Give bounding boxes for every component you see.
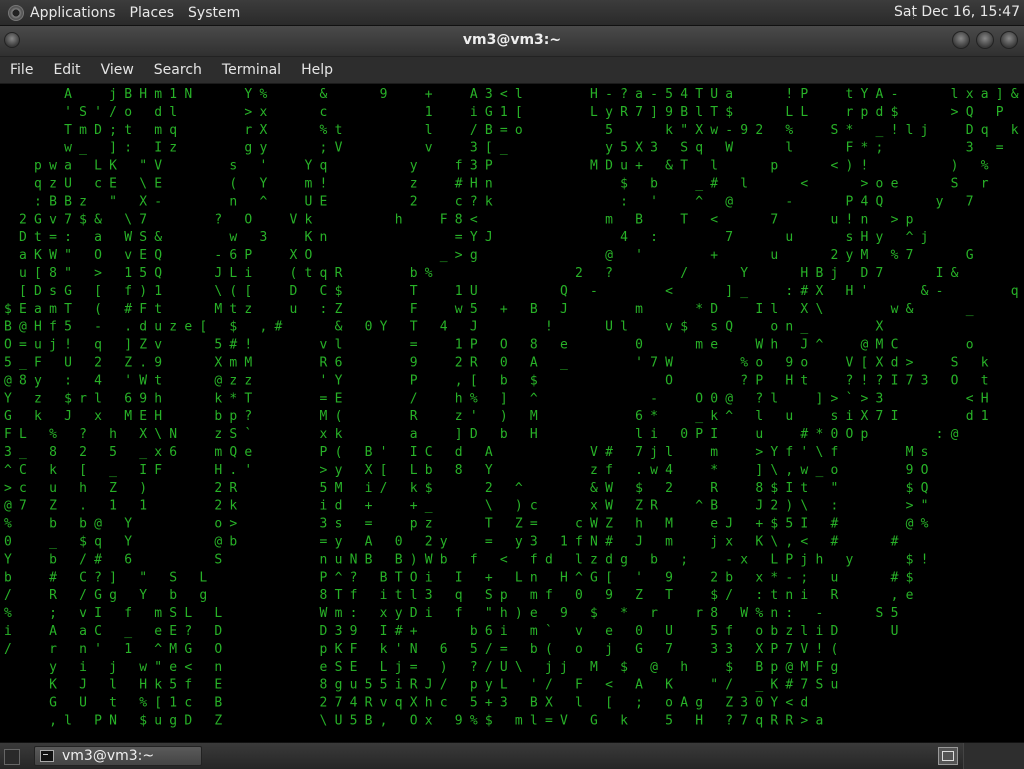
menu-search[interactable]: Search: [144, 62, 212, 78]
matrix-rain-line: 5_F U 2 Z.9 XmM R6 9 2R 0 A _ '7W %o 9o …: [4, 356, 996, 371]
terminal-menubar: File Edit View Search Terminal Help: [0, 57, 1024, 84]
matrix-rain-line: ^C k [ _ IF H.' >y X[ Lb 8 Y zf .w4 * ]\…: [4, 463, 936, 478]
matrix-rain: A jBHm1N Y% & 9 + A3<l H-?a-54TUa !P tYA…: [4, 87, 1024, 729]
matrix-rain-line: K J l Hk5f E 8gu55iRJ/ pyL '/ F < A K "/…: [4, 678, 846, 693]
matrix-rain-line: Dt=: a WS& w 3 Kn =YJ 4 : 7 u sHy ^j C;: [4, 230, 1024, 245]
matrix-rain-line: B@Hf5 - .duze[ $ ,# & 0Y T 4 J ! Ul v$ s…: [4, 320, 891, 335]
matrix-rain-line: G U t %[1c B 274RvqXhc 5+3 BX l [ ; oAg …: [4, 696, 815, 711]
matrix-rain-line: 2Gv7$& \7 ? O Vk h F8< m B T < 7 u!n >p …: [4, 212, 1024, 227]
window-title: vm3@vm3:~: [462, 32, 562, 48]
matrix-rain-line: / r n' 1 ^MG O pKF k'N 6 5/= b( o j G 7 …: [4, 642, 846, 657]
menu-places[interactable]: Places: [130, 5, 175, 21]
matrix-rain-line: u[8" > 15Q JLi (tqR b% 2 ? / Y HBj D7 I&…: [4, 266, 1024, 281]
matrix-rain-line: b # C?] " S L P^? BTOi I + Ln H^G[ ' 9 2…: [4, 570, 921, 585]
menu-view[interactable]: View: [91, 62, 144, 78]
show-desktop-icon[interactable]: [4, 749, 20, 765]
panel-tray: [963, 743, 1024, 769]
matrix-rain-line: w_ ]: Iz gy ;V v 3[_ y5X3 Sq W l F*; 3 =…: [4, 141, 1024, 156]
top-panel: Applications Places System Sat Dec 16, 1…: [0, 0, 1024, 26]
gnome-foot-icon[interactable]: [8, 4, 24, 21]
menu-system[interactable]: System: [188, 5, 240, 21]
matrix-rain-line: 0 _ $q Y @b =y A 0 2y = y3 1fN# J m jx K…: [4, 535, 906, 550]
matrix-rain-line: y i j w"e< n eSE Lj= ) ?/U\ jj M $ @ h $…: [4, 660, 846, 675]
menu-applications[interactable]: Applications: [30, 5, 116, 21]
bottom-panel: vm3@vm3:~: [0, 742, 1024, 769]
matrix-rain-line: % ; vI f mSL L Wm: xyDi f "h)e 9 $ * r r…: [4, 606, 906, 621]
matrix-rain-line: FL % ? h X\N zS` xk a ]D b H li 0PI u #*…: [4, 427, 966, 442]
window-titlebar[interactable]: vm3@vm3:~: [0, 26, 1024, 57]
menu-help[interactable]: Help: [291, 62, 343, 78]
menu-file[interactable]: File: [0, 62, 43, 78]
matrix-rain-line: i A aC _ eE? D D39 I#+ b6i m` v e 0 U 5f…: [4, 624, 906, 639]
taskbar-window-button[interactable]: vm3@vm3:~: [34, 746, 202, 766]
matrix-rain-line: ,l PN $ugD Z \U5B, Ox 9%$ ml=V G k 5 H ?…: [4, 714, 830, 729]
matrix-rain-line: A jBHm1N Y% & 9 + A3<l H-?a-54TUa !P tYA…: [4, 87, 1024, 102]
maximize-icon[interactable]: [976, 31, 994, 49]
panel-clock[interactable]: Sat Dec 16, 15:47: [894, 4, 1020, 20]
matrix-rain-line: Y z $rl 69h k*T =E / h% ] ^ - O0@ ?l ]>`…: [4, 391, 996, 406]
matrix-rain-line: % b b@ Y o> 3s = pz T Z= cWZ h M eJ +$5I…: [4, 517, 936, 532]
matrix-rain-line: 'S'/o dl >x c 1 iG1[ LyR7]9BlT$ LL rpd$ …: [4, 105, 1024, 120]
matrix-rain-line: :BBz " X- n ^ UE 2 c?k : ' ^ @ - P4Q y 7…: [4, 194, 1024, 209]
matrix-rain-line: Y b /# 6 S nuNB B)Wb f < fd lzdg b ; -x …: [4, 552, 936, 567]
menu-terminal[interactable]: Terminal: [212, 62, 291, 78]
minimize-icon[interactable]: [952, 31, 970, 49]
matrix-rain-line: @7 Z . 1 1 2k id + +_ \ )c xW ZR ^B J2)\…: [4, 499, 936, 514]
matrix-rain-line: TmD;t mq rX %t l /B=o 5 k"Xw-92 % S* _!l…: [4, 123, 1024, 138]
matrix-rain-line: 3_ 8 2 5 _x6 mQe P( B' IC d A V# 7jl m >…: [4, 445, 936, 460]
matrix-rain-line: / R /Gg Y b g 8Tf itl3 q Sp mf 0 9 Z T $…: [4, 588, 921, 603]
matrix-rain-line: G k J x MEH bp? M( R z' ) M 6* _k^ l u s…: [4, 409, 996, 424]
matrix-rain-line: @8y : 4 'Wt @zz 'Y P ,[ b $ O ?P Ht ?!?I…: [4, 373, 996, 388]
matrix-rain-line: [DsG [ f)1 \([ D C$ T 1U Q - < ]_ :#X H'…: [4, 284, 1024, 299]
matrix-rain-line: $EamT ( #Ft Mtz u :Z F w5 + B J m *D Il …: [4, 302, 981, 317]
matrix-rain-line: qzU cE \E ( Y m! z #Hn $ b _# l < >oe S …: [4, 177, 1024, 192]
taskbar-window-label: vm3@vm3:~: [62, 748, 155, 764]
matrix-rain-line: pwa LK "V s ' Yq y f3P MDu+ &T l p <)! )…: [4, 159, 1024, 174]
matrix-rain-line: aKW" O vEQ -6P XO _>g @ ' + u 2yM %7 G A…: [4, 248, 1024, 263]
terminal-output[interactable]: A jBHm1N Y% & 9 + A3<l H-?a-54TUa !P tYA…: [0, 84, 1024, 742]
close-icon[interactable]: [1000, 31, 1018, 49]
terminal-icon: [40, 750, 54, 762]
matrix-rain-line: >c u h Z ) 2R 5M i/ k$ 2 ^ &W $ 2 R 8$It…: [4, 481, 936, 496]
matrix-rain-line: O=uj! q ]Zv 5#! vl = 1P O 8 e 0 me Wh J^…: [4, 338, 981, 353]
workspace-switcher-icon[interactable]: [938, 747, 958, 765]
menu-edit[interactable]: Edit: [43, 62, 90, 78]
